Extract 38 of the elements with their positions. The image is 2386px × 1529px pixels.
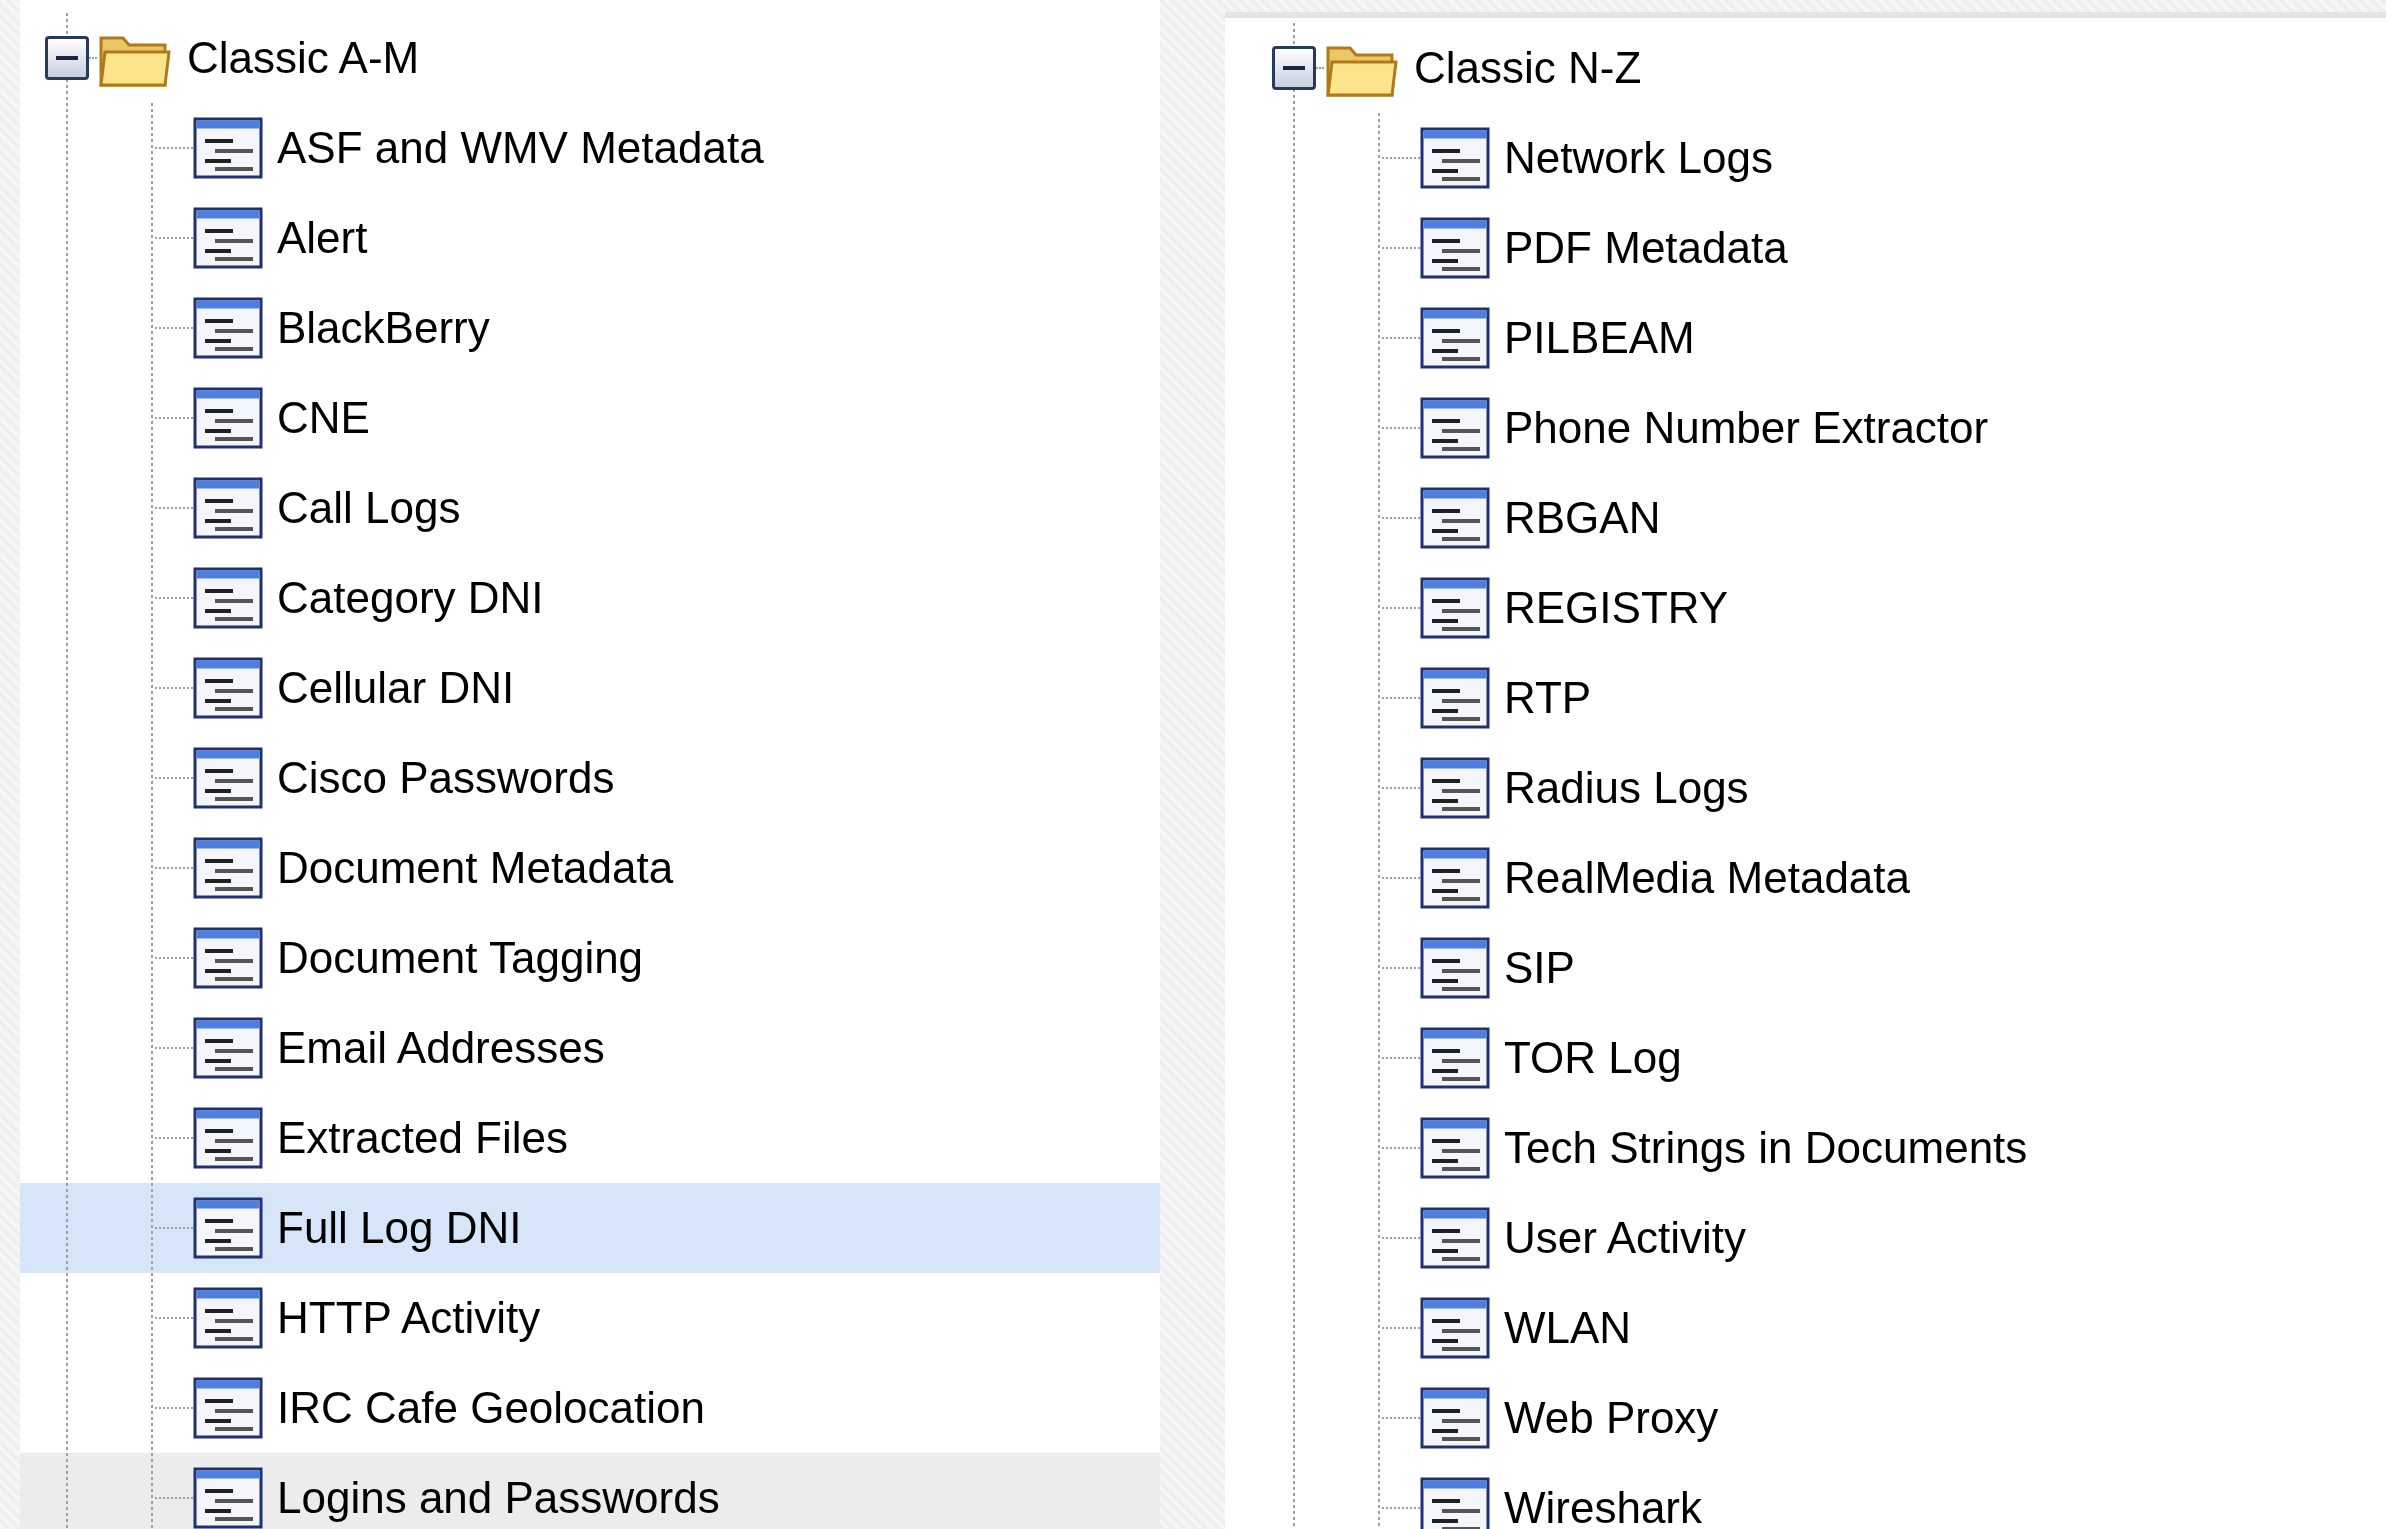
document-icon	[193, 387, 263, 449]
collapse-button[interactable]	[45, 36, 89, 80]
document-icon	[1420, 127, 1490, 189]
collapse-button[interactable]	[1272, 46, 1316, 90]
document-icon	[1420, 1477, 1490, 1529]
document-icon	[193, 117, 263, 179]
document-icon	[1420, 937, 1490, 999]
tree-item[interactable]: Full Log DNI	[20, 1183, 1160, 1273]
document-icon	[193, 477, 263, 539]
document-icon	[1420, 1207, 1490, 1269]
document-icon	[193, 297, 263, 359]
document-icon	[193, 1017, 263, 1079]
document-icon	[1420, 307, 1490, 369]
document-icon	[193, 657, 263, 719]
document-icon	[1420, 217, 1490, 279]
document-icon	[1420, 847, 1490, 909]
folder-label: Classic N-Z	[1414, 43, 1642, 93]
document-icon	[1420, 1297, 1490, 1359]
document-icon	[193, 1287, 263, 1349]
document-icon	[1420, 1387, 1490, 1449]
document-icon	[1420, 397, 1490, 459]
document-icon	[1420, 757, 1490, 819]
document-icon	[193, 1197, 263, 1259]
tree-item[interactable]: Logins and Passwords	[20, 1453, 1160, 1529]
folder-label: Classic A-M	[187, 33, 420, 83]
document-icon	[193, 207, 263, 269]
document-icon	[1420, 487, 1490, 549]
document-icon	[193, 567, 263, 629]
document-icon	[193, 1377, 263, 1439]
document-icon	[193, 1467, 263, 1529]
document-icon	[193, 1107, 263, 1169]
document-icon	[1420, 577, 1490, 639]
document-icon	[193, 837, 263, 899]
document-icon	[1420, 1117, 1490, 1179]
document-icon	[193, 927, 263, 989]
document-icon	[193, 747, 263, 809]
document-icon	[1420, 1027, 1490, 1089]
document-icon	[1420, 667, 1490, 729]
